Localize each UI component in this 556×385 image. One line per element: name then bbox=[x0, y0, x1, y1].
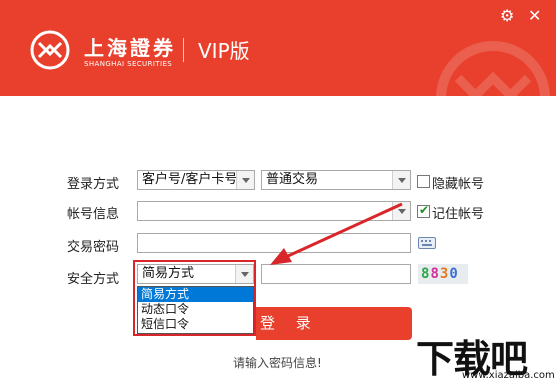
remember-account-label: 记住帐号 bbox=[432, 207, 485, 222]
password-label: 交易密码 bbox=[67, 240, 120, 255]
gear-icon[interactable]: ⚙ bbox=[500, 6, 514, 25]
watermark-url: www.xiazaiba.com bbox=[462, 370, 555, 381]
brand-name: 上海證券 bbox=[84, 36, 176, 60]
security-method-label: 安全方式 bbox=[67, 272, 120, 287]
keyboard-icon[interactable] bbox=[418, 236, 436, 250]
captcha-char: 0 bbox=[449, 266, 459, 282]
remember-account-checkbox[interactable]: ✔ bbox=[417, 203, 430, 218]
account-input[interactable] bbox=[137, 201, 411, 221]
security-method-dropdown: 简易方式 动态口令 短信口令 bbox=[137, 286, 254, 334]
status-message: 请输入密码信息! bbox=[233, 356, 322, 370]
security-method-value: 简易方式 bbox=[142, 266, 195, 281]
password-input[interactable] bbox=[137, 233, 411, 253]
chevron-down-icon[interactable] bbox=[236, 171, 254, 189]
brand-logo-icon bbox=[30, 30, 70, 70]
trade-type-value: 普通交易 bbox=[266, 172, 319, 187]
captcha-char: 8 bbox=[430, 266, 440, 282]
dropdown-option[interactable]: 简易方式 bbox=[138, 287, 253, 302]
close-icon[interactable]: ✕ bbox=[528, 6, 541, 25]
chevron-down-icon[interactable] bbox=[235, 265, 253, 283]
account-label: 帐号信息 bbox=[67, 207, 120, 222]
chevron-down-icon[interactable] bbox=[392, 202, 410, 220]
watermark: 下载吧 www.xiazaiba.com bbox=[412, 328, 555, 383]
hide-account-checkbox[interactable] bbox=[417, 175, 430, 188]
captcha-char: 3 bbox=[439, 266, 450, 282]
login-method-label: 登录方式 bbox=[67, 177, 120, 192]
hide-account-label: 隐藏帐号 bbox=[432, 177, 485, 192]
dropdown-option[interactable]: 短信口令 bbox=[138, 317, 253, 332]
captcha-image[interactable]: 8830 bbox=[418, 264, 468, 284]
edition-title: VIP版 bbox=[198, 39, 250, 63]
trade-type-select[interactable]: 普通交易 bbox=[261, 170, 411, 190]
security-method-select[interactable]: 简易方式 bbox=[137, 264, 254, 284]
captcha-input[interactable] bbox=[261, 264, 411, 284]
chevron-down-icon[interactable] bbox=[392, 171, 410, 189]
checkmark-icon: ✔ bbox=[419, 203, 430, 217]
login-button[interactable]: 登 录 bbox=[256, 307, 412, 340]
header-banner: 上海證券 SHANGHAI SECURITIES VIP版 ⚙ ✕ bbox=[0, 0, 556, 96]
header-divider bbox=[183, 38, 184, 62]
brand-name-english: SHANGHAI SECURITIES bbox=[84, 60, 173, 68]
account-type-select[interactable]: 客户号/客户卡号 bbox=[137, 170, 255, 190]
dropdown-option[interactable]: 动态口令 bbox=[138, 302, 253, 317]
account-type-value: 客户号/客户卡号 bbox=[142, 172, 238, 187]
background-logo-icon bbox=[436, 41, 550, 96]
